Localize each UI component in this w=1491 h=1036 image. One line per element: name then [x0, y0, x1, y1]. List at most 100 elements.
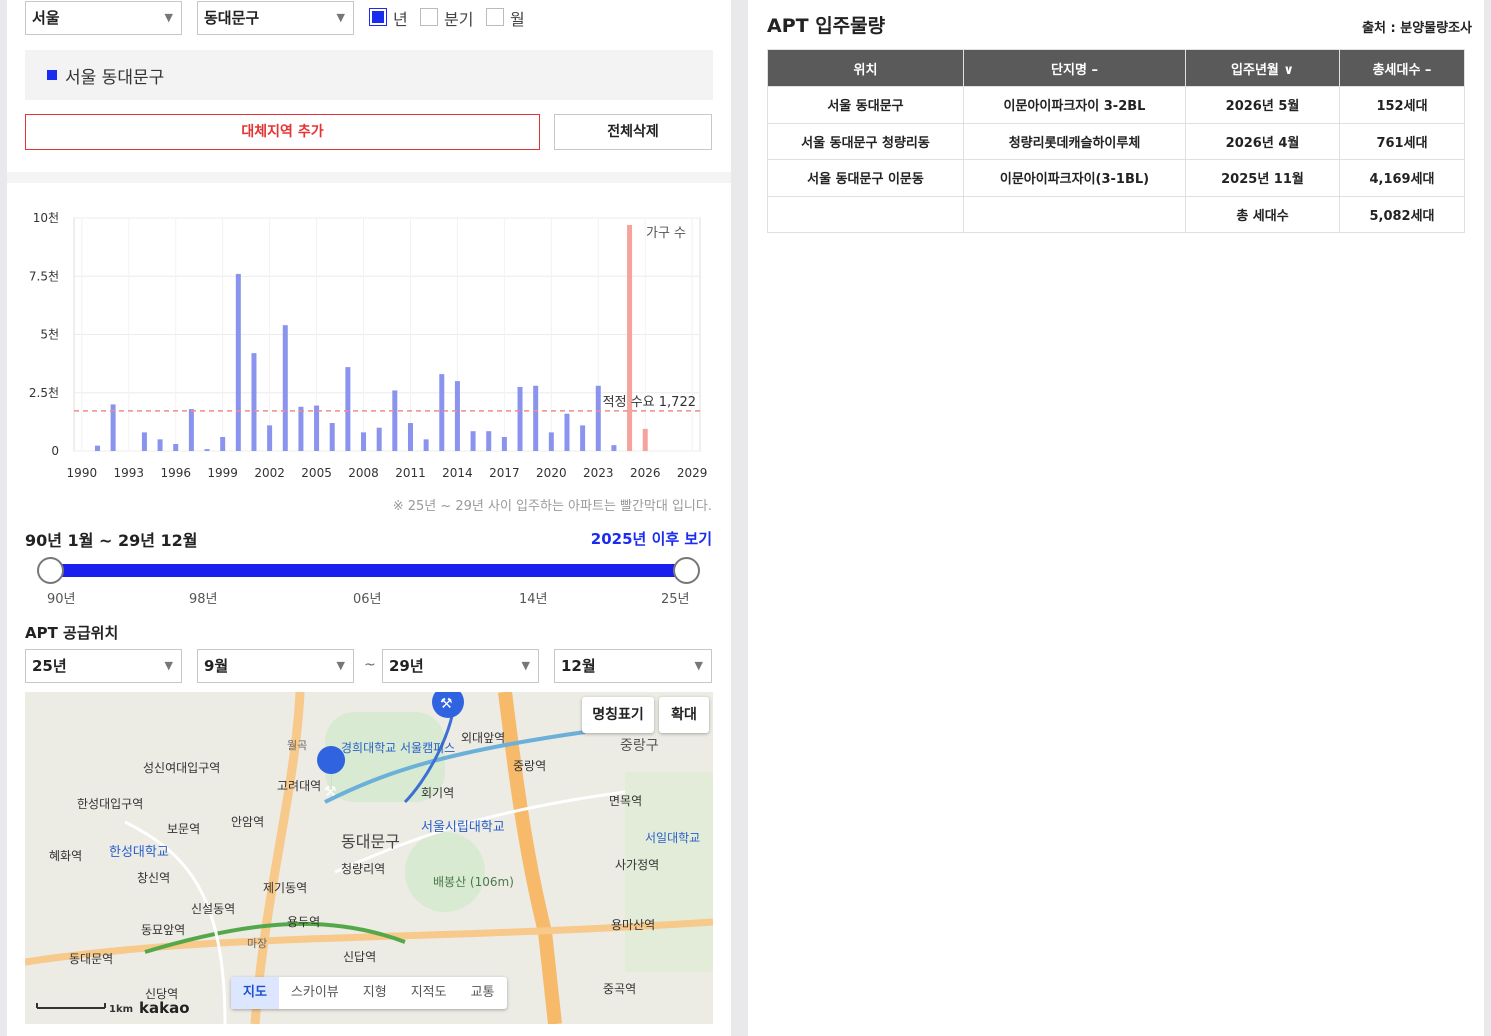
chevron-down-icon: ▼	[164, 11, 173, 24]
cell-move-in-date: 2026년 4월	[1185, 122, 1340, 160]
checkbox-quarter[interactable]	[420, 8, 438, 26]
chart-bar	[376, 427, 382, 451]
kakao-logo: kakao	[139, 999, 190, 1017]
column-complex-name[interactable]: 단지명 –	[963, 49, 1186, 87]
y-axis-ticks: 10천 7.5천 5천 2.5천 0	[29, 210, 59, 458]
column-move-in-date[interactable]: 입주년월 ∨	[1185, 49, 1340, 87]
cell-location: 서울 동대문구 이문동	[767, 159, 964, 197]
from-year-value: 25년	[32, 657, 67, 675]
x-tick-label: 2008	[348, 466, 379, 480]
map-label: 사가정역	[615, 858, 659, 872]
section-divider	[7, 172, 731, 183]
district-select[interactable]: 동대문구 ▼	[197, 1, 354, 35]
map-label: 신설동역	[191, 902, 235, 916]
chevron-down-icon: ▼	[694, 659, 703, 672]
x-tick-label: 2005	[301, 466, 332, 480]
y-tick-label: 0	[51, 444, 59, 458]
y-tick-label: 5천	[40, 327, 59, 342]
slider-start-handle[interactable]	[37, 557, 64, 584]
map-label: 중랑역	[513, 759, 546, 773]
cell-location: 서울 동대문구	[767, 86, 964, 124]
table-header-row: 위치 단지명 – 입주년월 ∨ 총세대수 –	[767, 49, 1465, 87]
to-year-select[interactable]: 29년 ▼	[382, 649, 539, 683]
svg-text:⚒: ⚒	[440, 696, 453, 712]
chart-bar	[564, 413, 570, 451]
chart-bar	[141, 432, 147, 451]
chart-legend: 가구 수	[646, 226, 686, 241]
chart-bar	[235, 273, 241, 451]
chart-bar	[548, 432, 554, 451]
chart-grid	[73, 217, 701, 452]
chart-bar	[251, 353, 257, 451]
chart-bar	[580, 425, 586, 451]
map-label: 용두역	[287, 915, 320, 929]
view-after-2025-link[interactable]: 2025년 이후 보기	[591, 528, 712, 549]
cell-complex-name: 청량리롯데캐슬하이루체	[963, 122, 1186, 160]
chart-bar	[220, 437, 226, 451]
map-label: 혜화역	[49, 849, 82, 863]
x-tick-label: 2029	[677, 466, 708, 480]
chart-bar	[329, 423, 335, 451]
map-label: 안암역	[231, 815, 264, 829]
cell-move-in-date: 2025년 11월	[1185, 159, 1340, 197]
y-tick-label: 2.5천	[29, 385, 59, 400]
slider-tick: 25년	[661, 592, 690, 607]
column-total-units[interactable]: 총세대수 –	[1339, 49, 1465, 87]
slider-end-handle[interactable]	[673, 557, 700, 584]
cell-complex-name: 이문아이파크자이(3-1BL)	[963, 159, 1186, 197]
chart-bar	[94, 445, 100, 451]
data-source: 출처 : 분양물량조사	[1362, 21, 1472, 36]
supply-bar-chart: 적정 수요 1,722 가구 수 10천 7.5천 5천 2.5천 0 1990 1993…	[29, 210, 708, 480]
chevron-down-icon: ▼	[521, 659, 530, 672]
x-tick-label: 1999	[207, 466, 238, 480]
from-month-select[interactable]: 9월 ▼	[197, 649, 354, 683]
delete-all-button[interactable]: 전체삭제	[554, 114, 712, 150]
to-month-select[interactable]: 12월 ▼	[554, 649, 712, 683]
supply-map[interactable]: 성신여대입구역 고려대역 경희대학교 서울캠퍼스 외대앞역 중랑역 중랑구 회기…	[25, 692, 713, 1024]
checkbox-month[interactable]	[486, 8, 504, 26]
svg-text:⚒: ⚒	[324, 784, 337, 800]
chart-bar	[642, 428, 648, 451]
add-region-button[interactable]: 대체지역 추가	[25, 114, 540, 150]
from-year-select[interactable]: 25년 ▼	[25, 649, 182, 683]
total-value: 5,082세대	[1339, 195, 1465, 233]
map-canvas[interactable]: 성신여대입구역 고려대역 경희대학교 서울캠퍼스 외대앞역 중랑역 중랑구 회기…	[25, 692, 713, 1024]
period-slider-track[interactable]	[50, 564, 687, 577]
map-tab-map[interactable]: 지도	[231, 977, 279, 1009]
map-show-names-button[interactable]: 명칭표기	[582, 697, 654, 733]
region-color-square	[47, 70, 57, 80]
map-zoom-button[interactable]: 확대	[659, 697, 709, 733]
cell-total-units: 152세대	[1339, 86, 1465, 124]
city-select-value: 서울	[32, 9, 60, 27]
map-label: 동묘앞역	[141, 923, 185, 937]
x-tick-label: 2023	[583, 466, 614, 480]
chart-bar	[188, 409, 194, 451]
table-total-row: 총 세대수 5,082세대	[767, 195, 1465, 233]
chart-bar	[501, 437, 507, 451]
cell-complex-name: 이문아이파크자이 3-2BL	[963, 86, 1186, 124]
to-year-value: 29년	[389, 657, 424, 675]
map-label: 월곡	[287, 739, 307, 752]
map-label: 동대문구	[341, 832, 400, 851]
slider-tick: 14년	[519, 592, 548, 607]
cell-total-units: 761세대	[1339, 122, 1465, 160]
checkbox-month-label: 월	[510, 10, 525, 29]
chart-bar	[470, 431, 476, 451]
cell-empty	[963, 195, 1186, 233]
map-tab-skyview[interactable]: 스카이뷰	[279, 977, 351, 1009]
from-month-value: 9월	[204, 657, 229, 675]
map-label: 한성대학교	[109, 845, 169, 860]
map-tab-terrain[interactable]: 지형	[351, 977, 399, 1009]
reference-line-label: 적정 수요 1,722	[603, 395, 696, 410]
map-label: 배봉산 (106m)	[433, 875, 514, 889]
chart-bar	[439, 374, 445, 451]
slider-tick: 98년	[189, 592, 218, 607]
map-label: 고려대역	[277, 779, 321, 793]
chart-bar	[204, 449, 210, 451]
chart-bar	[486, 431, 492, 451]
checkbox-year[interactable]	[369, 8, 387, 26]
city-select[interactable]: 서울 ▼	[25, 1, 182, 35]
x-tick-label: 1996	[160, 466, 191, 480]
map-tab-traffic[interactable]: 교통	[459, 977, 507, 1009]
map-tab-cadastral[interactable]: 지적도	[399, 977, 459, 1009]
